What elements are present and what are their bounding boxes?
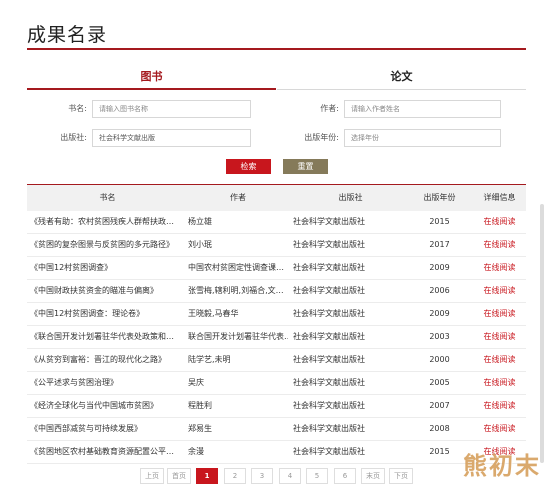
row-publisher: 社会科学文献出版社 (293, 217, 365, 226)
table-scrollbar[interactable] (540, 204, 544, 463)
table-row: 《中国财政扶贫资金的瞄准与偏离》 张雪梅,辖利明,刘福合,文… 社会科学文献出版… (27, 280, 526, 303)
page-button-1[interactable]: 1 (196, 468, 218, 484)
title-input[interactable] (92, 100, 251, 118)
header-year: 出版年份 (423, 193, 456, 202)
read-online-link[interactable]: 在线阅读 (477, 257, 522, 279)
row-year: 2000 (429, 355, 450, 364)
row-title: 《贫困地区农村基础教育资源配置公平… (30, 447, 174, 456)
publisher-input[interactable] (92, 129, 251, 147)
read-online-link[interactable]: 在线阅读 (477, 280, 522, 302)
row-publisher: 社会科学文献出版社 (293, 401, 365, 410)
row-author: 陆学艺,未明 (188, 355, 231, 364)
row-year: 2009 (429, 263, 450, 272)
row-title: 《残者有助：农村贫困残疾人群帮扶政… (30, 217, 174, 226)
row-year: 2005 (429, 378, 450, 387)
next-page-button[interactable]: 下页 (389, 468, 413, 484)
row-year: 2009 (429, 309, 450, 318)
first-page-button[interactable]: 首页 (167, 468, 191, 484)
row-author: 程胜利 (188, 401, 212, 410)
author-input[interactable] (344, 100, 501, 118)
row-title: 《中国财政扶贫资金的瞄准与偏离》 (30, 286, 158, 295)
header-details: 详细信息 (483, 193, 516, 202)
tab-papers[interactable]: 论文 (277, 68, 526, 90)
row-author: 郑易生 (188, 424, 212, 433)
search-button[interactable]: 检索 (226, 159, 271, 174)
page-button-2[interactable]: 2 (224, 468, 246, 484)
header-publisher: 出版社 (338, 193, 363, 202)
page-button-5[interactable]: 5 (306, 468, 328, 484)
watermark-text: 熊初末 (463, 451, 541, 480)
read-online-link[interactable]: 在线阅读 (477, 326, 522, 348)
table-row: 《中国12村贫困调查：理论卷》 王晓毅,马春华 社会科学文献出版社 2009 在… (27, 303, 526, 326)
row-publisher: 社会科学文献出版社 (293, 447, 365, 456)
row-publisher: 社会科学文献出版社 (293, 332, 365, 341)
year-label: 出版年份: (304, 133, 339, 142)
read-online-link[interactable]: 在线阅读 (477, 234, 522, 256)
row-title: 《公平述求与贫困治理》 (30, 378, 118, 387)
author-label: 作者: (320, 104, 339, 113)
table-row: 《贫困的复杂图景与反贫困的多元路径》 刘小珉 社会科学文献出版社 2017 在线… (27, 234, 526, 257)
table-row: 《残者有助：农村贫困残疾人群帮扶政… 杨立雄 社会科学文献出版社 2015 在线… (27, 211, 526, 234)
row-publisher: 社会科学文献出版社 (293, 286, 365, 295)
row-author: 杨立雄 (188, 217, 212, 226)
row-title: 《中国12村贫困调查》 (30, 263, 113, 272)
row-author: 联合国开发计划署驻华代表… (188, 332, 288, 341)
publisher-label: 出版社: (60, 133, 87, 142)
reset-button[interactable]: 重置 (283, 159, 328, 174)
table-row: 《贫困地区农村基础教育资源配置公平… 余漫 社会科学文献出版社 2015 在线阅… (27, 441, 526, 464)
header-author: 作者 (230, 193, 246, 202)
page-button-6[interactable]: 6 (334, 468, 356, 484)
row-year: 2003 (429, 332, 450, 341)
row-title: 《中国12村贫困调查：理论卷》 (30, 309, 145, 318)
row-publisher: 社会科学文献出版社 (293, 378, 365, 387)
row-year: 2017 (429, 240, 450, 249)
row-author: 吴庆 (188, 378, 204, 387)
row-publisher: 社会科学文献出版社 (293, 263, 365, 272)
row-publisher: 社会科学文献出版社 (293, 355, 365, 364)
table-row: 《从贫穷到富裕：晋江的现代化之路》 陆学艺,未明 社会科学文献出版社 2000 … (27, 349, 526, 372)
header-title: 书名 (99, 193, 116, 202)
page-button-4[interactable]: 4 (279, 468, 301, 484)
row-year: 2006 (429, 286, 450, 295)
read-online-link[interactable]: 在线阅读 (477, 372, 522, 394)
row-title: 《经济全球化与当代中国城市贫困》 (30, 401, 158, 410)
read-online-link[interactable]: 在线阅读 (477, 303, 522, 325)
row-author: 张雪梅,辖利明,刘福合,文… (188, 286, 284, 295)
row-publisher: 社会科学文献出版社 (293, 424, 365, 433)
title-divider (27, 48, 526, 50)
row-author: 刘小珉 (188, 240, 212, 249)
table-header: 书名 作者 出版社 出版年份 详细信息 (27, 185, 526, 211)
row-title: 《贫困的复杂图景与反贫困的多元路径》 (30, 240, 174, 249)
row-publisher: 社会科学文献出版社 (293, 309, 365, 318)
table-row: 《经济全球化与当代中国城市贫困》 程胜利 社会科学文献出版社 2007 在线阅读 (27, 395, 526, 418)
row-publisher: 社会科学文献出版社 (293, 240, 365, 249)
row-title: 《从贫穷到富裕：晋江的现代化之路》 (30, 355, 166, 364)
read-online-link[interactable]: 在线阅读 (477, 395, 522, 417)
read-online-link[interactable]: 在线阅读 (477, 349, 522, 371)
page-title: 成果名录 (27, 24, 108, 46)
prev-page-button[interactable]: 上页 (140, 468, 164, 484)
row-author: 余漫 (188, 447, 204, 456)
tab-bar: 图书 论文 (27, 68, 526, 90)
row-year: 2007 (429, 401, 450, 410)
year-select[interactable] (344, 129, 501, 147)
read-online-link[interactable]: 在线阅读 (477, 211, 522, 233)
row-title: 《中国西部减贫与可持续发展》 (30, 424, 142, 433)
tab-books[interactable]: 图书 (27, 68, 276, 90)
row-year: 2008 (429, 424, 450, 433)
title-label: 书名: (68, 104, 87, 113)
row-author: 中国农村贫困定性调查课… (188, 263, 284, 272)
table-row: 《联合国开发计划署驻华代表处政策和… 联合国开发计划署驻华代表… 社会科学文献出… (27, 326, 526, 349)
row-author: 王晓毅,马春华 (188, 309, 239, 318)
row-year: 2015 (429, 217, 450, 226)
read-online-link[interactable]: 在线阅读 (477, 418, 522, 440)
row-year: 2015 (429, 447, 450, 456)
table-row: 《中国西部减贫与可持续发展》 郑易生 社会科学文献出版社 2008 在线阅读 (27, 418, 526, 441)
last-page-button[interactable]: 末页 (361, 468, 385, 484)
table-row: 《公平述求与贫困治理》 吴庆 社会科学文献出版社 2005 在线阅读 (27, 372, 526, 395)
table-row: 《中国12村贫困调查》 中国农村贫困定性调查课… 社会科学文献出版社 2009 … (27, 257, 526, 280)
row-title: 《联合国开发计划署驻华代表处政策和… (30, 332, 174, 341)
page-button-3[interactable]: 3 (251, 468, 273, 484)
